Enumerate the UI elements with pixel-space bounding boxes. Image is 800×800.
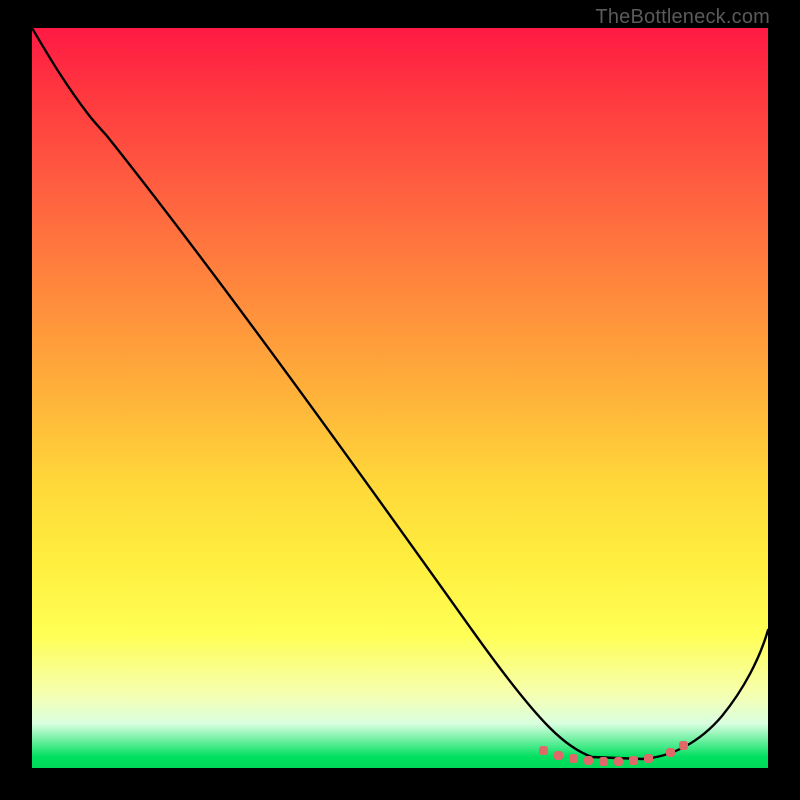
plot-area bbox=[32, 28, 768, 768]
chart-svg bbox=[32, 28, 768, 768]
flat-band-markers bbox=[539, 741, 688, 766]
watermark-text: TheBottleneck.com bbox=[595, 6, 770, 29]
main-curve bbox=[32, 28, 768, 759]
chart-stage: TheBottleneck.com bbox=[0, 0, 800, 800]
